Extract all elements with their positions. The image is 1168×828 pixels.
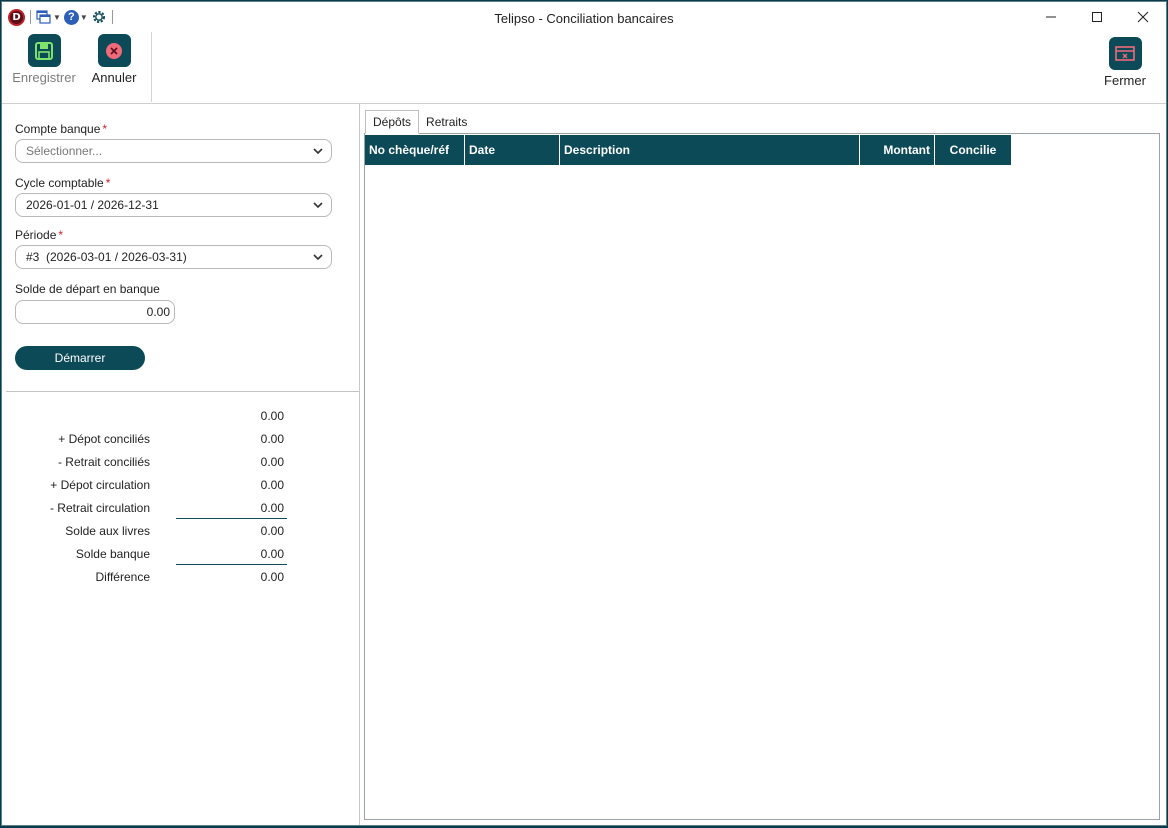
fiscal-cycle-select[interactable]: 2026-01-01 / 2026-12-31 [15, 193, 332, 217]
opening-balance-label: Solde de départ en banque [15, 282, 160, 296]
close-form-button[interactable]: Fermer [1089, 37, 1161, 97]
summary-label: Différence [95, 570, 150, 584]
title-bar: D ▼ ? ▼ Telipso - Conciliation bancaires [2, 2, 1166, 32]
window-controls [1028, 2, 1166, 32]
summary-value: 0.00 [260, 478, 284, 492]
save-icon [27, 34, 61, 67]
summary-row: Solde aux livres 0.00 [2, 524, 302, 542]
summary-label: Solde aux livres [65, 524, 150, 538]
panel-divider [6, 391, 359, 392]
summary-label: - Retrait conciliés [57, 455, 150, 469]
save-label: Enregistrer [12, 70, 76, 85]
transactions-grid: No chèque/réf Date Description Montant C… [364, 133, 1160, 820]
summary-row: 0.00 [2, 409, 302, 427]
column-header-amount[interactable]: Montant [860, 135, 935, 165]
summary-value: 0.00 [260, 432, 284, 446]
cancel-button[interactable]: Annuler [78, 34, 150, 94]
summary-label: + Dépot conciliés [58, 432, 150, 446]
grid-header: No chèque/réf Date Description Montant C… [365, 135, 1011, 165]
close-form-label: Fermer [1104, 73, 1146, 88]
summary-value: 0.00 [176, 501, 287, 519]
bank-account-label: Compte banque * [15, 122, 108, 136]
summary-row: Différence 0.00 [2, 570, 302, 588]
summary-value: 0.00 [260, 409, 284, 423]
column-header-ref[interactable]: No chèque/réf [365, 135, 465, 165]
summary-row: + Dépot circulation 0.00 [2, 478, 302, 496]
minimize-icon [1046, 16, 1056, 18]
period-value: #3 (2026-03-01 / 2026-03-31) [26, 250, 187, 264]
summary-row: - Retrait circulation 0.00 [2, 501, 302, 519]
column-header-date[interactable]: Date [465, 135, 560, 165]
toolbar-divider [151, 32, 152, 102]
chevron-down-icon [313, 202, 323, 209]
bank-account-placeholder: Sélectionner... [26, 144, 103, 158]
window-title: Telipso - Conciliation bancaires [494, 11, 674, 26]
cancel-label: Annuler [91, 70, 137, 85]
summary-row: + Dépot conciliés 0.00 [2, 432, 302, 450]
minimize-button[interactable] [1028, 2, 1074, 32]
maximize-button[interactable] [1074, 2, 1120, 32]
opening-balance-input[interactable]: 0.00 [15, 300, 175, 324]
summary-label: + Dépot circulation [50, 478, 150, 492]
summary-value: 0.00 [176, 547, 287, 565]
period-select[interactable]: #3 (2026-03-01 / 2026-03-31) [15, 245, 332, 269]
summary-label: - Retrait circulation [49, 501, 150, 515]
parameters-panel: Compte banque * Sélectionner... Cycle com… [2, 104, 360, 825]
tab-withdrawals[interactable]: Retraits [419, 110, 474, 134]
summary-value: 0.00 [260, 455, 284, 469]
tab-bar: Dépôts Retraits [365, 110, 474, 134]
close-window-icon [1108, 37, 1142, 70]
tab-deposits[interactable]: Dépôts [365, 110, 420, 134]
column-header-reconciled[interactable]: Concilie [935, 135, 1011, 165]
fiscal-cycle-label: Cycle comptable * [15, 176, 111, 190]
transactions-panel: Dépôts Retraits No chèque/réf Date Descr… [361, 104, 1166, 825]
summary-value: 0.00 [260, 570, 284, 584]
save-button[interactable]: Enregistrer [8, 34, 80, 94]
chevron-down-icon [313, 254, 323, 261]
summary-row: - Retrait conciliés 0.00 [2, 455, 302, 473]
toolbar: Enregistrer Annuler Fermer [2, 32, 1166, 104]
column-header-description[interactable]: Description [560, 135, 860, 165]
cancel-icon [97, 34, 131, 67]
chevron-down-icon [313, 148, 323, 155]
period-label: Période * [15, 228, 64, 242]
summary-row: Solde banque 0.00 [2, 547, 302, 565]
app-window: D ▼ ? ▼ Telipso - Conciliation bancaires [1, 1, 1167, 826]
fiscal-cycle-value: 2026-01-01 / 2026-12-31 [26, 198, 159, 212]
maximize-icon [1092, 12, 1102, 22]
summary-label: Solde banque [75, 547, 150, 561]
summary-value: 0.00 [260, 524, 284, 538]
close-icon [1137, 11, 1149, 23]
close-button[interactable] [1120, 2, 1166, 32]
bank-account-select[interactable]: Sélectionner... [15, 139, 332, 163]
start-button[interactable]: Démarrer [15, 346, 145, 370]
